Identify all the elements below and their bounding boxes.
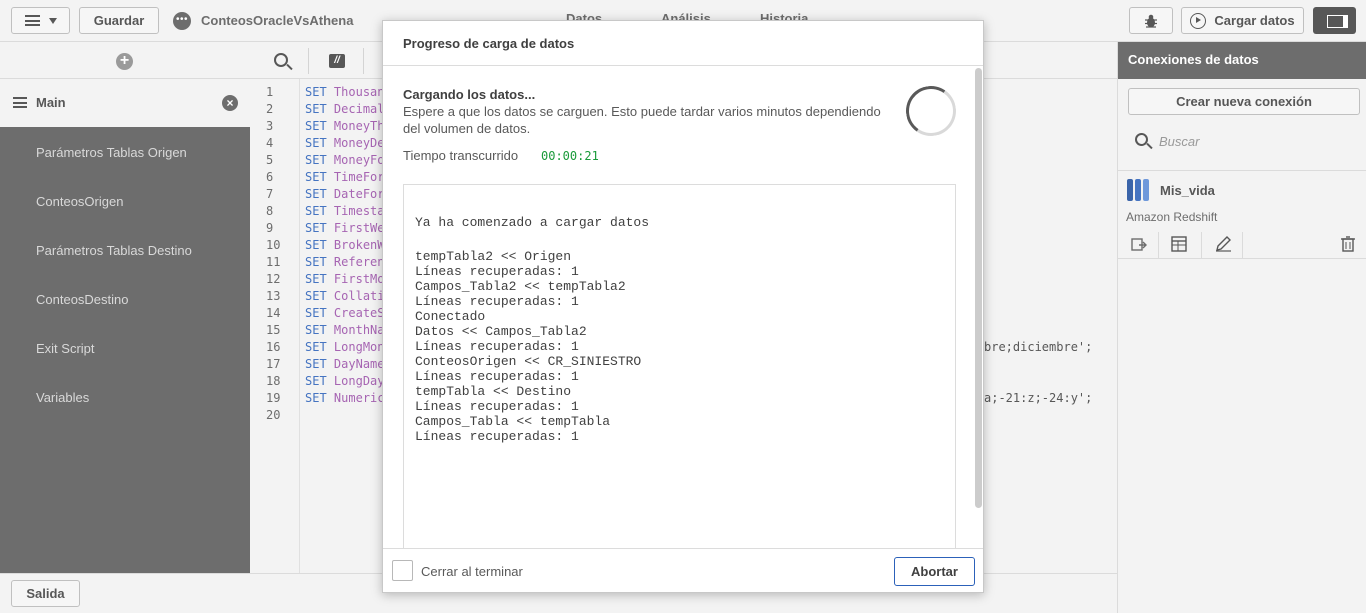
- log-line: tempTabla << Destino: [415, 384, 572, 399]
- elapsed-time-label: Tiempo transcurrido: [403, 148, 519, 163]
- log-line: Líneas recuperadas: 1: [415, 294, 579, 309]
- abort-button[interactable]: Abortar: [894, 557, 975, 586]
- status-description: Espere a que los datos se carguen. Esto …: [403, 104, 881, 136]
- load-progress-dialog: Progreso de carga de datos Cargando los …: [382, 20, 984, 593]
- log-line: Campos_Tabla << tempTabla: [415, 414, 611, 429]
- elapsed-time-value: 00:00:21: [541, 149, 599, 163]
- dialog-footer: Cerrar al terminar Abortar: [383, 548, 983, 592]
- log-line: Datos << Campos_Tabla2: [415, 324, 587, 339]
- loading-spinner-icon: [902, 82, 960, 140]
- dialog-title: Progreso de carga de datos: [403, 36, 575, 51]
- log-line: ConteosOrigen << CR_SINIESTRO: [415, 354, 642, 369]
- scrollbar-thumb[interactable]: [975, 68, 982, 508]
- log-line: Líneas recuperadas: 1: [415, 264, 579, 279]
- log-line: Conectado: [415, 309, 486, 324]
- status-heading: Cargando los datos...: [403, 87, 536, 102]
- log-line: Líneas recuperadas: 1: [415, 399, 579, 414]
- close-on-finish-label: Cerrar al terminar: [421, 564, 523, 579]
- log-line: Líneas recuperadas: 1: [415, 369, 579, 384]
- log-line: Líneas recuperadas: 1: [415, 339, 579, 354]
- log-line: tempTabla2 << Origen: [415, 249, 572, 264]
- load-log: Ya ha comenzado a cargar datos tempTabla…: [403, 184, 956, 548]
- log-line: Campos_Tabla2 << tempTabla2: [415, 279, 626, 294]
- dialog-body: Cargando los datos... Espere a que los d…: [383, 66, 983, 548]
- close-on-finish-checkbox[interactable]: [392, 560, 413, 581]
- log-line: Líneas recuperadas: 1: [415, 429, 579, 444]
- dialog-header: Progreso de carga de datos: [383, 21, 983, 66]
- log-heading: Ya ha comenzado a cargar datos: [415, 215, 650, 230]
